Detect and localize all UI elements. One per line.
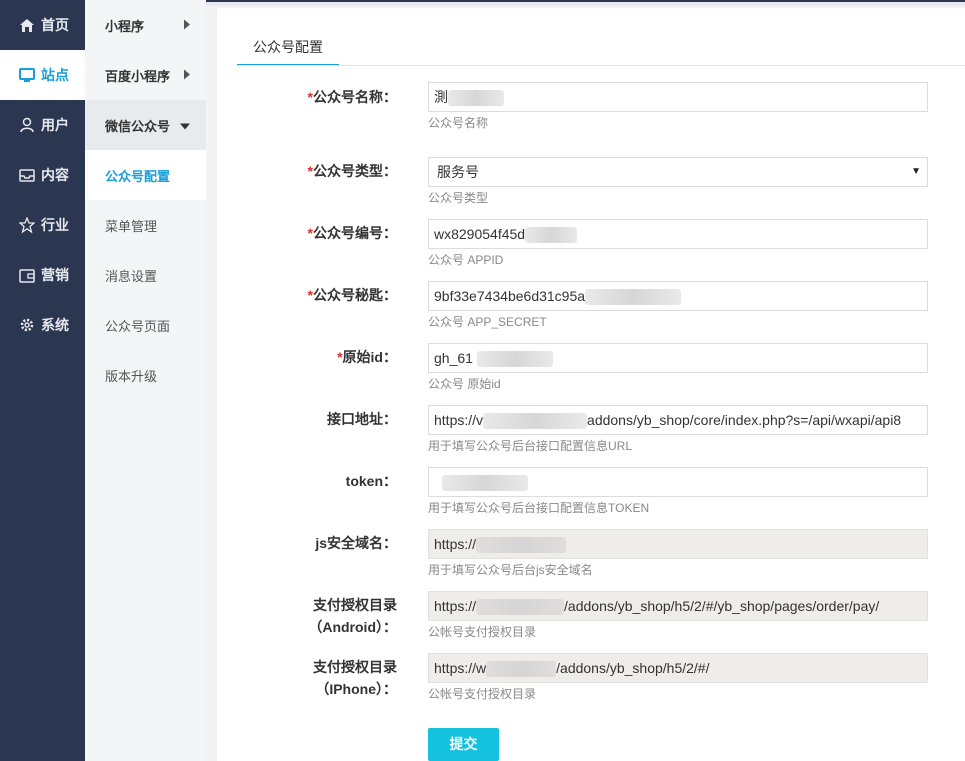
- tab-divider: [237, 65, 965, 66]
- nav2-pages-label: 公众号页面: [105, 318, 171, 334]
- top-strip: [206, 0, 965, 6]
- origid-input[interactable]: gh_61: [428, 343, 928, 373]
- pay-android-input[interactable]: https:///addons/yb_shop/h5/2/#/yb_shop/p…: [428, 591, 928, 621]
- js-domain-input[interactable]: https://: [428, 529, 928, 559]
- nav2-upgrade-label: 版本升级: [105, 368, 158, 384]
- redacted-blur: [585, 289, 682, 306]
- api-url-help: 用于填写公众号后台接口配置信息URL: [428, 439, 633, 453]
- nav2-miniprogram-label: 小程序: [105, 18, 145, 34]
- origid-help: 公众号 原始id: [428, 377, 501, 391]
- origid-label: *原始id：: [337, 349, 397, 365]
- type-help: 公众号类型: [428, 191, 489, 205]
- nav-site-label: 站点: [41, 67, 69, 83]
- token-input[interactable]: [428, 467, 928, 497]
- nav2-baidu-miniprogram[interactable]: 百度小程序: [85, 50, 206, 100]
- nav-site[interactable]: 站点: [0, 50, 85, 100]
- wallet-icon: [19, 267, 35, 283]
- js-domain-label: js安全域名：: [315, 535, 397, 551]
- redacted-blur: [483, 413, 588, 430]
- pay-iphone-input[interactable]: https://w/addons/yb_shop/h5/2/#/: [428, 653, 928, 683]
- gear-icon: [19, 317, 35, 333]
- nav2-version-upgrade[interactable]: 版本升级: [85, 350, 206, 400]
- nav-marketing-label: 营销: [41, 267, 69, 283]
- nav-user-label: 用户: [41, 117, 69, 133]
- api-url-input[interactable]: https://v addons/yb_shop/core/index.php?s…: [428, 405, 928, 435]
- nav-industry-label: 行业: [41, 217, 69, 233]
- primary-sidebar: 首页 站点 用户 内容 行业 营销 系统: [0, 0, 85, 761]
- pay-android-label: 支付授权目录 （Android）：: [308, 597, 397, 635]
- user-icon: [19, 117, 35, 133]
- nav-user[interactable]: 用户: [0, 100, 85, 150]
- redacted-blur: [476, 351, 553, 368]
- nav2-menu-label: 菜单管理: [105, 218, 158, 234]
- nav2-baidu-label: 百度小程序: [105, 68, 171, 84]
- redacted-blur: [442, 475, 528, 492]
- caret-right-icon: [184, 68, 190, 83]
- name-help: 公众号名称: [428, 116, 489, 130]
- name-label: *公众号名称：: [307, 89, 397, 105]
- nav-marketing[interactable]: 营销: [0, 250, 85, 300]
- tab-bar: 公众号配置: [237, 34, 339, 66]
- nav2-message-label: 消息设置: [105, 268, 158, 284]
- star-icon: [19, 217, 35, 233]
- appid-help: 公众号 APPID: [428, 253, 504, 267]
- nav-home[interactable]: 首页: [0, 0, 85, 50]
- nav2-official-config[interactable]: 公众号配置: [85, 150, 206, 200]
- pay-iphone-help: 公帐号支付授权目录: [428, 687, 537, 701]
- js-domain-help: 用于填写公众号后台js安全域名: [428, 563, 593, 577]
- secret-help: 公众号 APP_SECRET: [428, 315, 547, 329]
- pay-iphone-label: 支付授权目录 （IPhone）：: [313, 659, 397, 697]
- nav-system[interactable]: 系统: [0, 300, 85, 350]
- main-panel: 公众号配置 *公众号名称： 測 公众号名称 *公众号类型： 服务号 ▼ 公众号类…: [217, 8, 965, 761]
- tab-official-config[interactable]: 公众号配置: [237, 34, 339, 66]
- nav-content-label: 内容: [41, 167, 69, 183]
- submit-button[interactable]: 提交: [428, 728, 499, 761]
- redacted-blur: [476, 537, 567, 554]
- home-icon: [19, 17, 35, 33]
- api-url-label: 接口地址：: [327, 411, 397, 427]
- secret-input[interactable]: 9bf33e7434be6d31c95a: [428, 281, 928, 311]
- caret-down-icon: [180, 118, 190, 133]
- name-input[interactable]: 測: [428, 82, 928, 112]
- nav-industry[interactable]: 行业: [0, 200, 85, 250]
- redacted-blur: [476, 599, 565, 616]
- redacted-blur: [525, 227, 578, 244]
- type-label: *公众号类型：: [307, 163, 397, 179]
- nav2-official-pages[interactable]: 公众号页面: [85, 300, 206, 350]
- nav-content[interactable]: 内容: [0, 150, 85, 200]
- monitor-icon: [19, 67, 35, 83]
- appid-input[interactable]: wx829054f45d: [428, 219, 928, 249]
- nav2-wechat-official[interactable]: 微信公众号: [85, 100, 206, 150]
- nav2-message-settings[interactable]: 消息设置: [85, 250, 206, 300]
- nav2-wechat-label: 微信公众号: [105, 118, 171, 134]
- secret-label: *公众号秘匙：: [307, 287, 397, 303]
- nav2-menu-manage[interactable]: 菜单管理: [85, 200, 206, 250]
- pay-android-help: 公帐号支付授权目录: [428, 625, 537, 639]
- redacted-blur: [448, 90, 504, 107]
- nav-system-label: 系统: [41, 317, 69, 333]
- appid-label: *公众号编号：: [307, 225, 397, 241]
- nav-home-label: 首页: [41, 17, 69, 33]
- caret-right-icon: [184, 18, 190, 33]
- token-label: token：: [345, 473, 397, 489]
- inbox-icon: [19, 167, 35, 183]
- token-help: 用于填写公众号后台接口配置信息TOKEN: [428, 501, 650, 515]
- redacted-blur: [486, 661, 557, 678]
- nav2-config-label: 公众号配置: [105, 168, 171, 184]
- select-caret-icon: ▼: [911, 166, 921, 177]
- type-select[interactable]: 服务号 ▼: [428, 157, 928, 187]
- secondary-sidebar: 小程序 百度小程序 微信公众号 公众号配置 菜单管理 消息设置 公众号页面 版本…: [85, 0, 206, 761]
- nav2-miniprogram[interactable]: 小程序: [85, 0, 206, 50]
